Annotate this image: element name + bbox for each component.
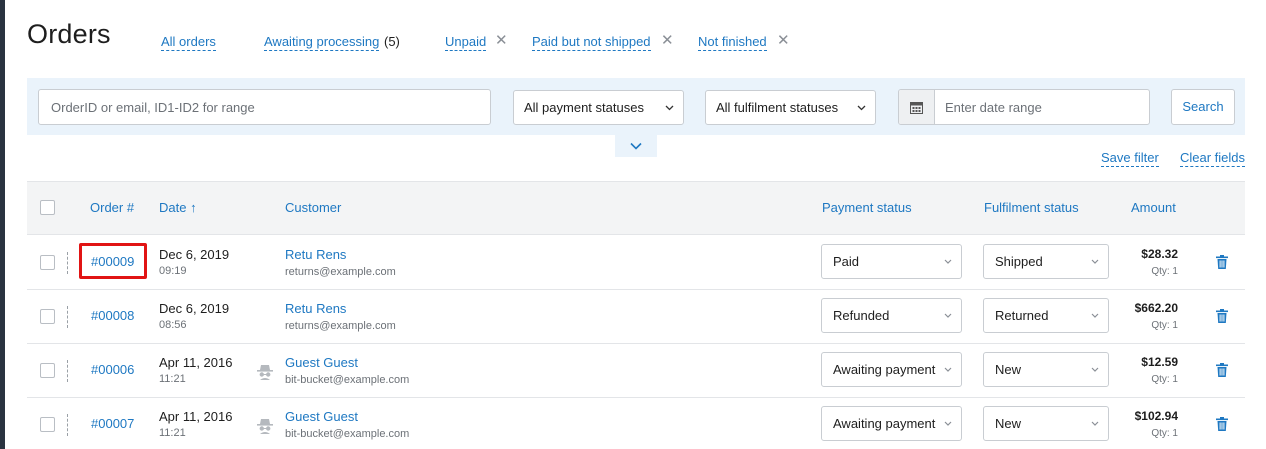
fulfilment-status-select[interactable]: New <box>983 406 1109 441</box>
trash-icon[interactable] <box>1216 309 1228 326</box>
order-time: 09:19 <box>159 265 187 277</box>
incognito-icon <box>256 364 274 383</box>
fulfilment-status-filter-value: All fulfilment statuses <box>716 100 839 115</box>
fulfilment-status-value: Shipped <box>995 254 1043 269</box>
order-amount: $12.59 <box>1141 355 1178 369</box>
payment-status-filter-value: All payment statuses <box>524 100 644 115</box>
chevron-down-icon <box>944 407 952 449</box>
order-amount: $662.20 <box>1134 301 1178 315</box>
order-time: 11:21 <box>159 427 186 439</box>
order-date: Dec 6, 2019 <box>159 301 230 316</box>
tab-paid-not-shipped[interactable]: Paid but not shipped <box>532 34 651 51</box>
search-button[interactable]: Search <box>1171 89 1235 125</box>
close-icon[interactable]: ✕ <box>661 33 674 48</box>
customer-name-link[interactable]: Guest Guest <box>285 409 358 424</box>
order-date: Apr 11, 2016 <box>159 355 233 370</box>
customer-email: bit-bucket@example.com <box>285 428 410 440</box>
date-range-input[interactable] <box>935 90 1149 124</box>
row-select-checkbox[interactable] <box>40 255 55 270</box>
chevron-down-icon <box>944 299 952 346</box>
order-quantity: Qty: 1 <box>1151 428 1178 439</box>
date-range-field[interactable] <box>898 89 1150 125</box>
chevron-down-icon <box>630 142 642 150</box>
drag-handle[interactable] <box>67 414 69 436</box>
order-search-input[interactable] <box>38 89 491 125</box>
order-time: 11:21 <box>159 373 186 385</box>
row-select-checkbox[interactable] <box>40 363 55 378</box>
fulfilment-status-select[interactable]: Shipped <box>983 244 1109 279</box>
order-amount: $102.94 <box>1134 409 1178 423</box>
column-header-order[interactable]: Order # <box>90 200 134 215</box>
order-number-link[interactable]: #00008 <box>91 308 134 323</box>
customer-email: returns@example.com <box>285 266 396 278</box>
customer-name-link[interactable]: Retu Rens <box>285 247 346 262</box>
payment-status-select[interactable]: Awaiting payment <box>821 406 962 441</box>
calendar-icon[interactable] <box>899 90 935 124</box>
payment-status-value: Awaiting payment <box>833 416 936 431</box>
order-number-link[interactable]: #00009 <box>91 254 134 269</box>
order-quantity: Qty: 1 <box>1151 266 1178 277</box>
fulfilment-status-value: Returned <box>995 308 1049 323</box>
close-icon[interactable]: ✕ <box>495 33 508 48</box>
payment-status-select[interactable]: Refunded <box>821 298 962 333</box>
payment-status-value: Paid <box>833 254 860 269</box>
select-all-checkbox[interactable] <box>40 200 55 215</box>
payment-status-filter[interactable]: All payment statuses <box>513 90 684 125</box>
customer-name-link[interactable]: Guest Guest <box>285 355 358 370</box>
fulfilment-status-value: New <box>995 416 1022 431</box>
fulfilment-status-filter[interactable]: All fulfilment statuses <box>705 90 876 125</box>
fulfilment-status-select[interactable]: Returned <box>983 298 1109 333</box>
window-edge <box>0 0 5 449</box>
row-select-checkbox[interactable] <box>40 309 55 324</box>
close-icon[interactable]: ✕ <box>777 33 790 48</box>
payment-status-select[interactable]: Paid <box>821 244 962 279</box>
customer-email: returns@example.com <box>285 320 396 332</box>
drag-handle[interactable] <box>67 252 69 274</box>
order-number-link[interactable]: #00007 <box>91 416 134 431</box>
tab-all-orders[interactable]: All orders <box>161 34 216 51</box>
sort-ascending-icon: ↑ <box>190 200 197 215</box>
page-title: Orders <box>27 19 111 49</box>
order-quantity: Qty: 1 <box>1151 320 1178 331</box>
tab-not-finished[interactable]: Not finished <box>698 34 767 51</box>
tab-unpaid[interactable]: Unpaid <box>445 34 487 51</box>
order-amount: $28.32 <box>1141 247 1178 261</box>
fulfilment-status-value: New <box>995 362 1022 377</box>
order-quantity: Qty: 1 <box>1151 374 1178 385</box>
save-filter-link[interactable]: Save filter <box>1101 150 1159 167</box>
column-header-payment-status[interactable]: Payment status <box>822 200 912 215</box>
order-time: 08:56 <box>159 319 187 331</box>
column-header-date[interactable]: Date ↑ <box>159 200 197 215</box>
tab-awaiting-processing[interactable]: Awaiting processing <box>264 34 380 51</box>
order-number-link[interactable]: #00006 <box>91 362 134 377</box>
tab-awaiting-processing-count: (5) <box>384 34 400 49</box>
chevron-down-icon <box>665 91 674 138</box>
column-header-customer[interactable]: Customer <box>285 200 341 215</box>
trash-icon[interactable] <box>1216 417 1228 434</box>
customer-email: bit-bucket@example.com <box>285 374 410 386</box>
trash-icon[interactable] <box>1216 255 1228 272</box>
incognito-icon <box>256 418 274 437</box>
payment-status-value: Refunded <box>833 308 890 323</box>
drag-handle[interactable] <box>67 360 69 382</box>
order-date: Dec 6, 2019 <box>159 247 230 262</box>
trash-icon[interactable] <box>1216 363 1228 380</box>
drag-handle[interactable] <box>67 306 69 328</box>
customer-name-link[interactable]: Retu Rens <box>285 301 346 316</box>
clear-fields-link[interactable]: Clear fields <box>1180 150 1246 167</box>
payment-status-select[interactable]: Awaiting payment <box>821 352 962 387</box>
expand-filters-toggle[interactable] <box>615 135 657 157</box>
column-header-amount[interactable]: Amount <box>1131 200 1176 215</box>
column-header-date-label: Date <box>159 200 187 215</box>
column-header-fulfilment-status[interactable]: Fulfilment status <box>984 200 1079 215</box>
order-date: Apr 11, 2016 <box>159 409 233 424</box>
chevron-down-icon <box>857 91 866 138</box>
row-select-checkbox[interactable] <box>40 417 55 432</box>
fulfilment-status-select[interactable]: New <box>983 352 1109 387</box>
payment-status-value: Awaiting payment <box>833 362 936 377</box>
chevron-down-icon <box>944 353 952 400</box>
chevron-down-icon <box>944 245 952 292</box>
